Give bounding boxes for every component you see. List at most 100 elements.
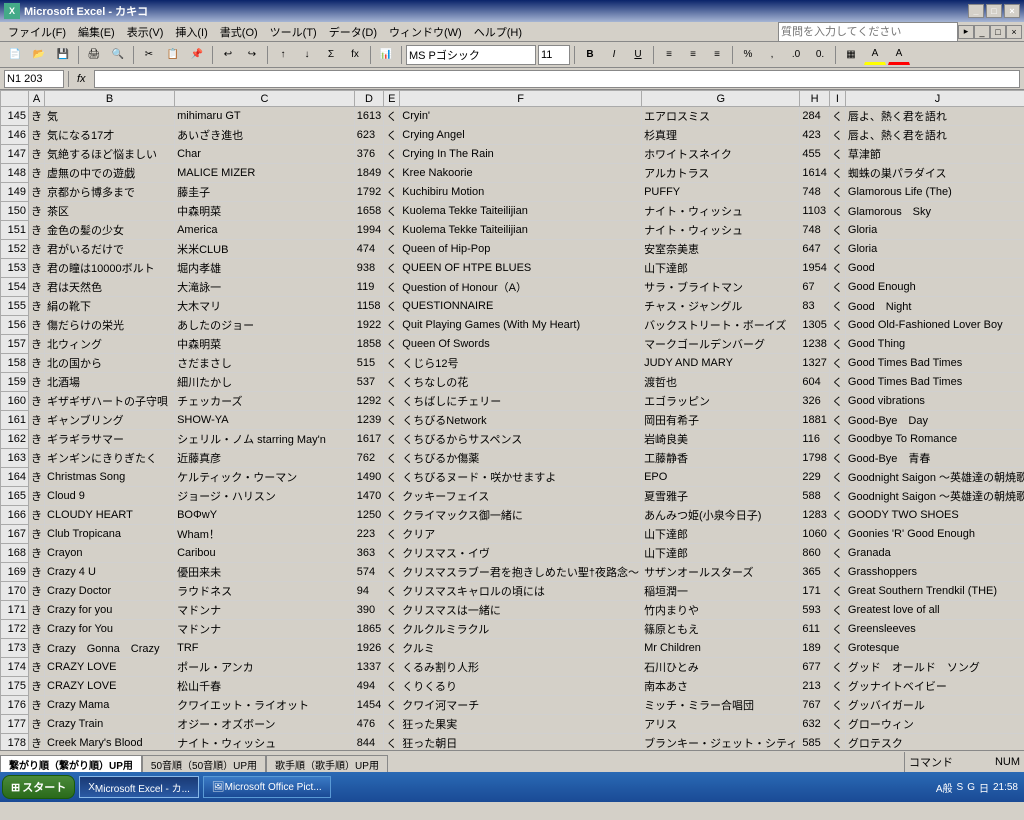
cell-d-159[interactable]: 537: [354, 373, 383, 392]
cell-b-167[interactable]: Club Tropicana: [45, 525, 175, 544]
cell-d-150[interactable]: 1658: [354, 202, 383, 221]
cell-j-171[interactable]: Greatest love of all: [845, 601, 1024, 620]
cell-d-166[interactable]: 1250: [354, 506, 383, 525]
cell-g-148[interactable]: アルカトラス: [642, 164, 800, 183]
cell-c-172[interactable]: マドンナ: [175, 620, 355, 639]
cell-h-163[interactable]: 1798: [800, 449, 829, 468]
table-row[interactable]: 154き君は天然色大滝詠一119くQuestion of Honour（A）サラ…: [1, 278, 1024, 297]
cell-j-147[interactable]: 草津節: [845, 145, 1024, 164]
cell-i-156[interactable]: く: [829, 316, 845, 335]
cell-i-164[interactable]: く: [829, 468, 845, 487]
cell-f-153[interactable]: QUEEN OF HTPE BLUES: [400, 259, 642, 278]
cell-d-154[interactable]: 119: [354, 278, 383, 297]
cell-d-160[interactable]: 1292: [354, 392, 383, 411]
cell-f-155[interactable]: QUESTIONNAIRE: [400, 297, 642, 316]
cell-a-171[interactable]: き: [29, 601, 45, 620]
cell-e-173[interactable]: く: [384, 639, 400, 658]
cell-h-159[interactable]: 604: [800, 373, 829, 392]
col-header-i[interactable]: I: [829, 91, 845, 107]
table-row[interactable]: 173きCrazy Gonna CrazyTRF1926くクルミMr Child…: [1, 639, 1024, 658]
cell-c-151[interactable]: America: [175, 221, 355, 240]
row-header[interactable]: 152: [1, 240, 29, 259]
cell-e-161[interactable]: く: [384, 411, 400, 430]
cell-h-168[interactable]: 860: [800, 544, 829, 563]
cell-g-151[interactable]: ナイト・ウィッシュ: [642, 221, 800, 240]
cell-d-145[interactable]: 1613: [354, 107, 383, 126]
cell-d-152[interactable]: 474: [354, 240, 383, 259]
cell-g-169[interactable]: サザンオールスターズ: [642, 563, 800, 582]
cell-g-155[interactable]: チャス・ジャングル: [642, 297, 800, 316]
table-row[interactable]: 148き虚無の中での遊戯MALICE MIZER1849くKree Nakoor…: [1, 164, 1024, 183]
cell-c-174[interactable]: ポール・アンカ: [175, 658, 355, 677]
cell-b-177[interactable]: Crazy Train: [45, 715, 175, 734]
row-header[interactable]: 159: [1, 373, 29, 392]
cell-j-159[interactable]: Good Times Bad Times: [845, 373, 1024, 392]
cell-i-168[interactable]: く: [829, 544, 845, 563]
cell-d-165[interactable]: 1470: [354, 487, 383, 506]
cell-h-149[interactable]: 748: [800, 183, 829, 202]
cell-i-148[interactable]: く: [829, 164, 845, 183]
cell-g-170[interactable]: 稲垣潤一: [642, 582, 800, 601]
chart-button[interactable]: 📊: [375, 45, 397, 65]
cell-c-157[interactable]: 中森明菜: [175, 335, 355, 354]
cell-b-171[interactable]: Crazy for you: [45, 601, 175, 620]
col-header-c[interactable]: C: [175, 91, 355, 107]
cell-a-162[interactable]: き: [29, 430, 45, 449]
cell-a-148[interactable]: き: [29, 164, 45, 183]
cell-a-175[interactable]: き: [29, 677, 45, 696]
cell-e-168[interactable]: く: [384, 544, 400, 563]
cell-e-146[interactable]: く: [384, 126, 400, 145]
table-row[interactable]: 147き気絶するほど悩ましいChar376くCrying In The Rain…: [1, 145, 1024, 164]
cell-b-148[interactable]: 虚無の中での遊戯: [45, 164, 175, 183]
cell-d-174[interactable]: 1337: [354, 658, 383, 677]
cell-a-146[interactable]: き: [29, 126, 45, 145]
cell-b-150[interactable]: 茶区: [45, 202, 175, 221]
cell-d-173[interactable]: 1926: [354, 639, 383, 658]
cell-h-151[interactable]: 748: [800, 221, 829, 240]
cell-c-153[interactable]: 堀内孝雄: [175, 259, 355, 278]
cell-a-145[interactable]: き: [29, 107, 45, 126]
cell-c-159[interactable]: 細川たかし: [175, 373, 355, 392]
underline-button[interactable]: U: [627, 45, 649, 65]
cell-b-163[interactable]: ギンギンにきりぎたく: [45, 449, 175, 468]
name-box[interactable]: [4, 70, 64, 88]
cell-c-156[interactable]: あしたのジョー: [175, 316, 355, 335]
cell-b-156[interactable]: 傷だらけの栄光: [45, 316, 175, 335]
cell-b-153[interactable]: 君の瞳は10000ボルト: [45, 259, 175, 278]
cell-e-175[interactable]: く: [384, 677, 400, 696]
cell-e-170[interactable]: く: [384, 582, 400, 601]
cell-d-169[interactable]: 574: [354, 563, 383, 582]
cell-a-178[interactable]: き: [29, 734, 45, 751]
cell-g-162[interactable]: 岩崎良美: [642, 430, 800, 449]
row-header[interactable]: 173: [1, 639, 29, 658]
cell-g-176[interactable]: ミッチ・ミラー合唱団: [642, 696, 800, 715]
cell-d-170[interactable]: 94: [354, 582, 383, 601]
table-row[interactable]: 177きCrazy Trainオジー・オズボーン476く狂った果実アリス632く…: [1, 715, 1024, 734]
cell-e-153[interactable]: く: [384, 259, 400, 278]
cell-a-160[interactable]: き: [29, 392, 45, 411]
cell-j-173[interactable]: Grotesque: [845, 639, 1024, 658]
cell-g-150[interactable]: ナイト・ウィッシュ: [642, 202, 800, 221]
cell-e-155[interactable]: く: [384, 297, 400, 316]
cell-b-174[interactable]: CRAZY LOVE: [45, 658, 175, 677]
row-header[interactable]: 153: [1, 259, 29, 278]
cell-d-149[interactable]: 1792: [354, 183, 383, 202]
cell-j-148[interactable]: 蜘蛛の巣パラダイス: [845, 164, 1024, 183]
cell-c-178[interactable]: ナイト・ウィッシュ: [175, 734, 355, 751]
cell-f-169[interactable]: クリスマスラブー君を抱きしめたい聖†夜路念～: [400, 563, 642, 582]
cell-i-145[interactable]: く: [829, 107, 845, 126]
cell-f-158[interactable]: くじら12号: [400, 354, 642, 373]
cell-h-148[interactable]: 1614: [800, 164, 829, 183]
cell-e-163[interactable]: く: [384, 449, 400, 468]
cell-b-164[interactable]: Christmas Song: [45, 468, 175, 487]
cell-f-148[interactable]: Kree Nakoorie: [400, 164, 642, 183]
cell-i-147[interactable]: く: [829, 145, 845, 164]
cell-i-176[interactable]: く: [829, 696, 845, 715]
sort-asc-button[interactable]: ↑: [272, 45, 294, 65]
cell-b-145[interactable]: 気: [45, 107, 175, 126]
cell-f-172[interactable]: クルクルミラクル: [400, 620, 642, 639]
cell-i-154[interactable]: く: [829, 278, 845, 297]
table-row[interactable]: 178きCreek Mary's Bloodナイト・ウィッシュ844く狂った朝日…: [1, 734, 1024, 751]
cell-f-159[interactable]: くちなしの花: [400, 373, 642, 392]
col-header-h[interactable]: H: [800, 91, 829, 107]
